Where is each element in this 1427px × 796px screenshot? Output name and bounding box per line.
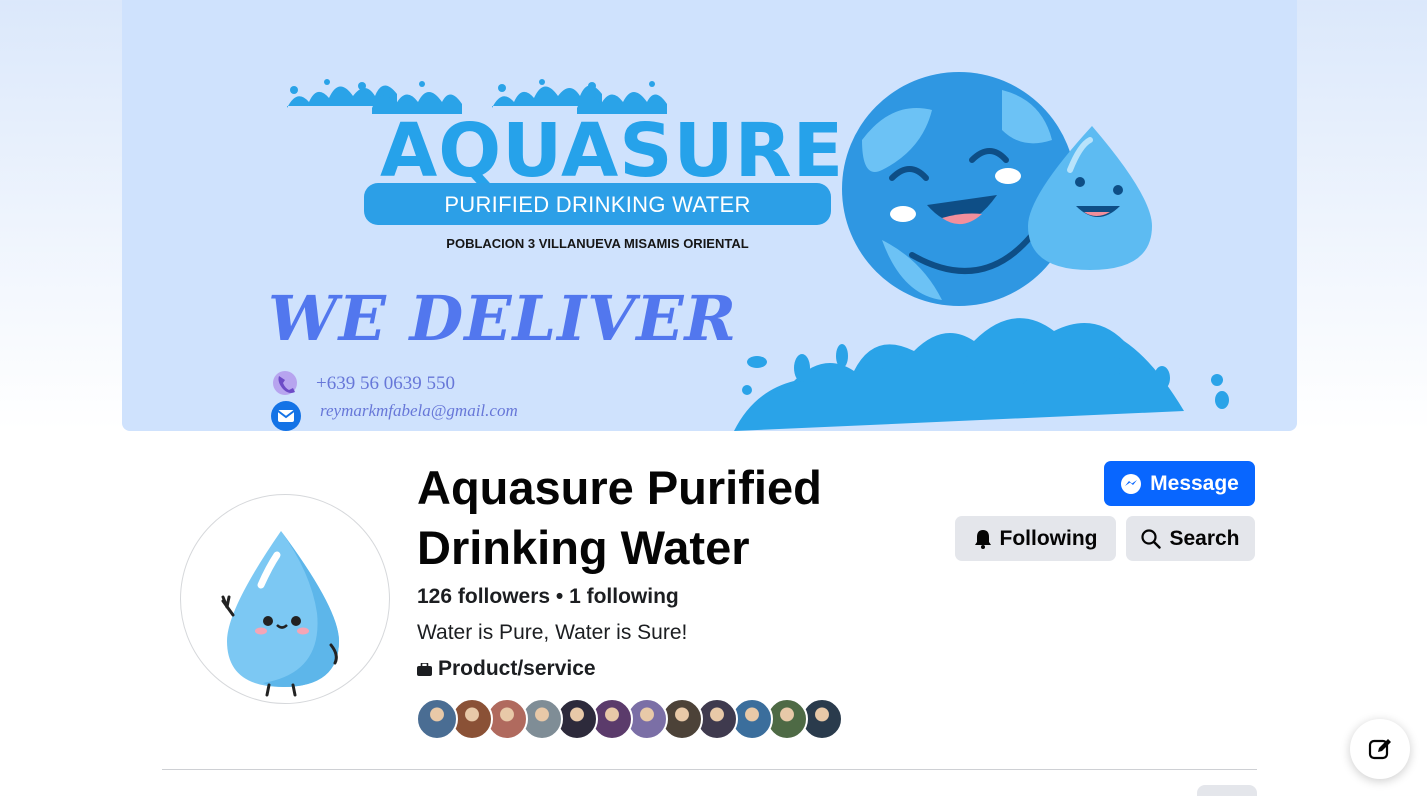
- follower-avatar[interactable]: [416, 698, 458, 740]
- follower-avatars: [416, 698, 843, 740]
- page-category-label: Product/service: [438, 657, 596, 680]
- page-tagline: Water is Pure, Water is Sure!: [417, 621, 688, 644]
- bell-icon: [974, 529, 991, 549]
- following-button-label: Following: [999, 526, 1098, 550]
- more-button[interactable]: [1197, 785, 1257, 796]
- following-button[interactable]: Following: [955, 516, 1116, 561]
- water-drop-mascot-icon: [221, 531, 339, 697]
- header-divider: [162, 769, 1257, 770]
- cover-brand: AQUASURE: [380, 108, 845, 194]
- search-button-label: Search: [1169, 526, 1240, 550]
- compose-icon: [1368, 739, 1391, 760]
- cover-slogan: WE DELIVER: [268, 282, 737, 355]
- message-button-label: Message: [1150, 471, 1239, 495]
- page-title: Aquasure Purified Drinking Water: [417, 461, 822, 574]
- cover-photo[interactable]: AQUASURE PURIFIED DRINKING WATER POBLACI…: [122, 0, 1297, 431]
- cover-phone: +639 56 0639 550: [316, 373, 455, 394]
- profile-picture[interactable]: [180, 494, 390, 704]
- search-icon: [1141, 528, 1162, 549]
- new-message-button[interactable]: [1350, 719, 1410, 779]
- cover-address: POBLACION 3 VILLANUEVA MISAMIS ORIENTAL: [446, 236, 749, 251]
- search-button[interactable]: Search: [1126, 516, 1255, 561]
- follower-counts[interactable]: 126 followers • 1 following: [417, 585, 679, 609]
- page-category: Product/service: [417, 657, 596, 681]
- messenger-icon: [1121, 473, 1142, 494]
- message-button[interactable]: Message: [1104, 461, 1255, 506]
- briefcase-icon: [417, 662, 432, 676]
- cover-email: reymarkmfabela@gmail.com: [320, 401, 518, 420]
- cover-subtitle: PURIFIED DRINKING WATER: [364, 183, 831, 225]
